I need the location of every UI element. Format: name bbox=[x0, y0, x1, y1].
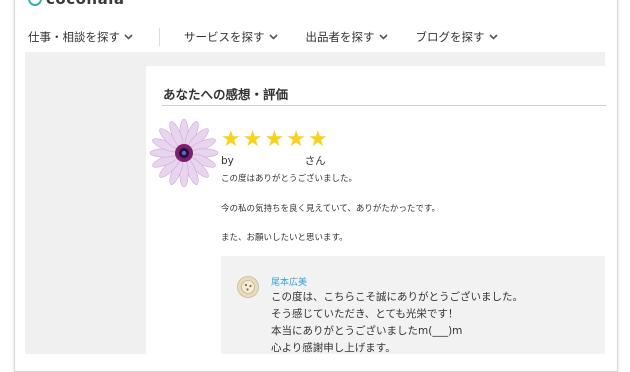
chevron-down-icon bbox=[378, 32, 388, 43]
section-title: あなたへの感想・評価 bbox=[163, 87, 289, 102]
reply-line: 本当にありがとうございましたm(___)m bbox=[271, 325, 463, 337]
seller-name[interactable]: 尾本広美 bbox=[271, 275, 307, 288]
nav-label: ブログを探す bbox=[415, 30, 485, 44]
nav-find-blogs[interactable]: ブログを探す bbox=[416, 29, 498, 45]
star-icon: ★ bbox=[221, 127, 241, 152]
seller-avatar[interactable] bbox=[237, 276, 259, 298]
chevron-down-icon bbox=[268, 32, 278, 43]
nav-label: 仕事・相談を探す bbox=[28, 30, 120, 44]
title-divider bbox=[162, 105, 606, 106]
star-icon: ★ bbox=[264, 127, 285, 152]
review-line: この度はありがとうございました。 bbox=[221, 174, 358, 184]
rating-stars: ★ ★ ★ ★ ★ bbox=[221, 129, 328, 151]
logo-text: coconala bbox=[46, 0, 124, 8]
star-icon: ★ bbox=[242, 127, 263, 152]
reply-line: 心より感謝申し上げます。 bbox=[271, 342, 396, 354]
review-line: また、お願いしたいと思います。 bbox=[221, 233, 348, 243]
seller-reply: 尾本広美 この度は、こちらこそ誠にありがとうございました。 そう感じていただき、… bbox=[221, 256, 605, 354]
nav-find-sellers[interactable]: 出品者を探す bbox=[306, 29, 388, 45]
nav-label: 出品者を探す bbox=[305, 30, 375, 44]
chevron-down-icon bbox=[124, 32, 133, 43]
nav-divider bbox=[159, 28, 160, 46]
nav-find-jobs[interactable]: 仕事・相談を探す bbox=[28, 29, 133, 45]
by-suffix: さん bbox=[304, 155, 326, 167]
reply-line: そう感じていただき、とても光栄です！ bbox=[271, 308, 459, 320]
main-nav: 仕事・相談を探す サービスを探す 出品者を探す ブログを探す bbox=[14, 22, 616, 52]
logo-icon bbox=[28, 0, 42, 6]
star-icon: ★ bbox=[286, 127, 306, 152]
chevron-down-icon bbox=[488, 32, 498, 43]
site-logo[interactable]: coconala bbox=[28, 0, 124, 8]
review-line: 今の私の気持ちを良く見えていて、ありがたかったです。 bbox=[221, 204, 441, 214]
nav-label: サービスを探す bbox=[184, 30, 265, 44]
reviewer-avatar[interactable] bbox=[149, 118, 219, 188]
nav-find-services[interactable]: サービスを探す bbox=[184, 29, 278, 45]
star-icon: ★ bbox=[307, 127, 328, 152]
by-prefix: by bbox=[221, 155, 234, 167]
reviewer-byline: by さん bbox=[221, 153, 326, 168]
review-card: あなたへの感想・評価 ★ ★ ★ ★ ★ by さん この度はありがとうございま… bbox=[146, 66, 606, 354]
reply-line: この度は、こちらこそ誠にありがとうございました。 bbox=[271, 291, 523, 303]
